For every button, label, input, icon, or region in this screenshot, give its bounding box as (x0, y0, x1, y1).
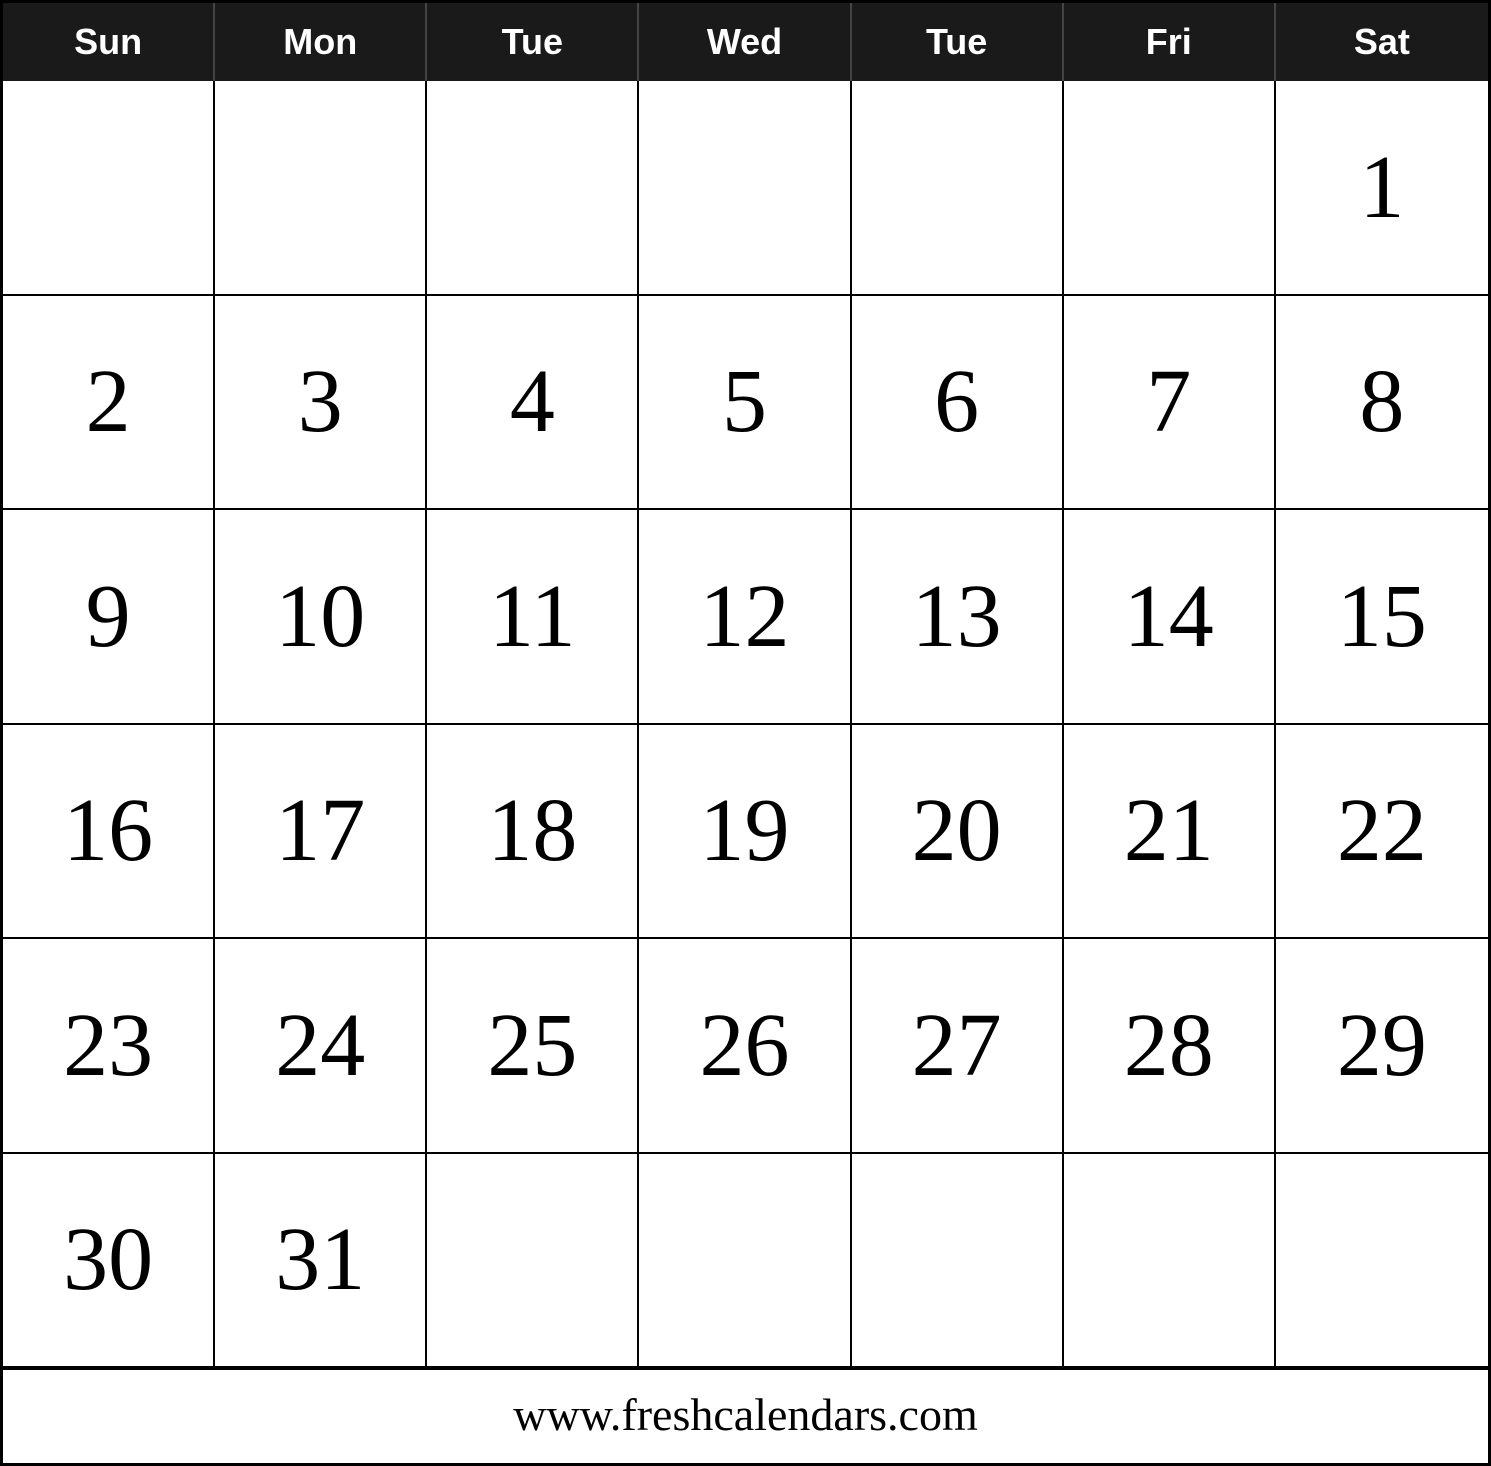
day-16: 16 (3, 725, 215, 940)
day-27: 27 (852, 939, 1064, 1154)
day-cell (3, 81, 215, 296)
day-11: 11 (427, 510, 639, 725)
day-26: 26 (639, 939, 851, 1154)
day-1: 1 (1276, 81, 1488, 296)
calendar-body: 1 2 3 4 5 6 7 8 9 10 11 12 13 14 15 16 1… (3, 81, 1488, 1368)
day-18: 18 (427, 725, 639, 940)
day-14: 14 (1064, 510, 1276, 725)
day-24: 24 (215, 939, 427, 1154)
day-29: 29 (1276, 939, 1488, 1154)
day-cell (639, 81, 851, 296)
day-10: 10 (215, 510, 427, 725)
day-5: 5 (639, 296, 851, 511)
day-7: 7 (1064, 296, 1276, 511)
day-3: 3 (215, 296, 427, 511)
day-19: 19 (639, 725, 851, 940)
day-cell (427, 81, 639, 296)
day-2: 2 (3, 296, 215, 511)
day-15: 15 (1276, 510, 1488, 725)
day-cell-empty (852, 1154, 1064, 1369)
day-cell-empty (1276, 1154, 1488, 1369)
calendar: Sun Mon Tue Wed Tue Fri Sat 1 2 3 4 5 6 … (0, 0, 1491, 1466)
day-cell (1064, 81, 1276, 296)
day-cell-empty (1064, 1154, 1276, 1369)
day-22: 22 (1276, 725, 1488, 940)
header-mon: Mon (215, 3, 427, 81)
day-cell (852, 81, 1064, 296)
day-9: 9 (3, 510, 215, 725)
day-cell-empty (427, 1154, 639, 1369)
calendar-header: Sun Mon Tue Wed Tue Fri Sat (3, 3, 1488, 81)
header-tue2: Tue (852, 3, 1064, 81)
day-12: 12 (639, 510, 851, 725)
day-cell-empty (639, 1154, 851, 1369)
day-6: 6 (852, 296, 1064, 511)
calendar-footer: www.freshcalendars.com (3, 1368, 1488, 1463)
day-cell (215, 81, 427, 296)
day-4: 4 (427, 296, 639, 511)
day-8: 8 (1276, 296, 1488, 511)
header-fri: Fri (1064, 3, 1276, 81)
header-sat: Sat (1276, 3, 1488, 81)
day-28: 28 (1064, 939, 1276, 1154)
header-tue1: Tue (427, 3, 639, 81)
day-20: 20 (852, 725, 1064, 940)
day-23: 23 (3, 939, 215, 1154)
day-21: 21 (1064, 725, 1276, 940)
day-13: 13 (852, 510, 1064, 725)
header-sun: Sun (3, 3, 215, 81)
day-25: 25 (427, 939, 639, 1154)
day-30: 30 (3, 1154, 215, 1369)
day-31: 31 (215, 1154, 427, 1369)
header-wed: Wed (639, 3, 851, 81)
day-17: 17 (215, 725, 427, 940)
